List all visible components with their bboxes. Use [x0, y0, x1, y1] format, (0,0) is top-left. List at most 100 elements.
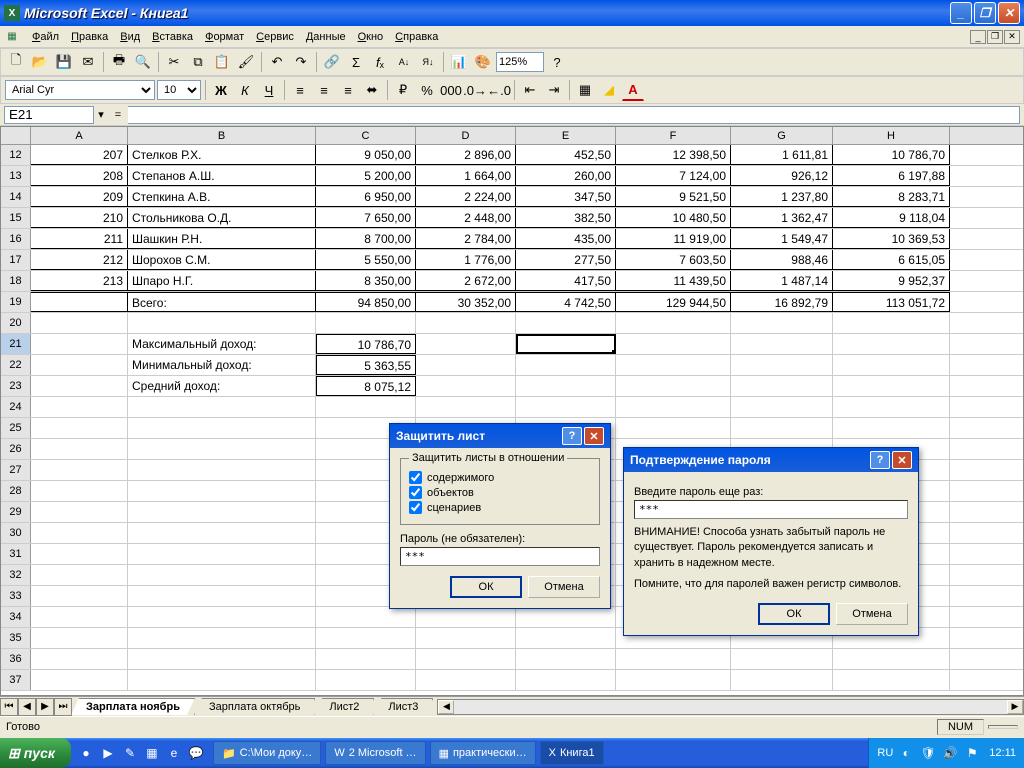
- cancel-button[interactable]: Отмена: [528, 576, 600, 598]
- row-header[interactable]: 20: [1, 313, 31, 333]
- row-header[interactable]: 35: [1, 628, 31, 648]
- dialog-close-button[interactable]: ✕: [892, 451, 912, 469]
- cell[interactable]: 7 650,00: [316, 208, 416, 228]
- minimize-button[interactable]: _: [950, 2, 972, 24]
- mail-icon[interactable]: ✉: [77, 51, 99, 73]
- tray-icon[interactable]: ◐: [897, 744, 915, 762]
- cell[interactable]: 6 197,88: [833, 166, 950, 186]
- dialog-help-button[interactable]: ?: [562, 427, 582, 445]
- percent-icon[interactable]: %: [416, 79, 438, 101]
- dec-indent-icon[interactable]: ⇤: [519, 79, 541, 101]
- row-header[interactable]: 17: [1, 250, 31, 270]
- cell[interactable]: 2 224,00: [416, 187, 516, 207]
- cell[interactable]: [516, 607, 616, 627]
- cell[interactable]: [316, 649, 416, 669]
- cell[interactable]: [516, 334, 616, 354]
- quick-launch-icon[interactable]: ▶: [99, 744, 117, 762]
- cell[interactable]: [31, 292, 128, 312]
- cell[interactable]: [31, 439, 128, 459]
- cell[interactable]: [128, 523, 316, 543]
- col-header-B[interactable]: B: [128, 127, 316, 144]
- menu-Окно[interactable]: Окно: [352, 29, 390, 45]
- cell[interactable]: [31, 418, 128, 438]
- maximize-button[interactable]: ❐: [974, 2, 996, 24]
- fill-color-icon[interactable]: ◢: [598, 79, 620, 101]
- row-header[interactable]: 15: [1, 208, 31, 228]
- cell[interactable]: [31, 607, 128, 627]
- dialog-close-button[interactable]: ✕: [584, 427, 604, 445]
- quick-launch-icon[interactable]: ●: [77, 744, 95, 762]
- cell[interactable]: 2 448,00: [416, 208, 516, 228]
- cell[interactable]: 435,00: [516, 229, 616, 249]
- password-input[interactable]: [400, 547, 600, 566]
- menu-Правка[interactable]: Правка: [65, 29, 114, 45]
- cell[interactable]: 9 118,04: [833, 208, 950, 228]
- redo-icon[interactable]: ↷: [290, 51, 312, 73]
- cell[interactable]: 113 051,72: [833, 292, 950, 312]
- cell[interactable]: [416, 334, 516, 354]
- cell[interactable]: 988,46: [731, 250, 833, 270]
- menu-Формат[interactable]: Формат: [199, 29, 250, 45]
- cell[interactable]: 417,50: [516, 271, 616, 291]
- cell[interactable]: 10 480,50: [616, 208, 731, 228]
- sheet-tab[interactable]: Лист3: [373, 698, 433, 715]
- col-header-C[interactable]: C: [316, 127, 416, 144]
- cell[interactable]: [616, 649, 731, 669]
- cell[interactable]: 12 398,50: [616, 145, 731, 165]
- cell[interactable]: [31, 670, 128, 690]
- cell[interactable]: 1 664,00: [416, 166, 516, 186]
- cell[interactable]: [316, 670, 416, 690]
- name-box[interactable]: [4, 106, 94, 124]
- cell[interactable]: [731, 649, 833, 669]
- tab-nav-prev[interactable]: ◀: [18, 698, 36, 716]
- cell[interactable]: [31, 397, 128, 417]
- open-icon[interactable]: 📂: [29, 51, 51, 73]
- formula-input[interactable]: [128, 106, 1020, 124]
- cell[interactable]: [316, 397, 416, 417]
- sheet-tab[interactable]: Зарплата ноябрь: [71, 698, 195, 715]
- cell[interactable]: Степкина А.В.: [128, 187, 316, 207]
- cell[interactable]: [833, 355, 950, 375]
- row-header[interactable]: 36: [1, 649, 31, 669]
- cell[interactable]: 1 237,80: [731, 187, 833, 207]
- drawing-icon[interactable]: 🎨: [472, 51, 494, 73]
- align-left-icon[interactable]: ≡: [289, 79, 311, 101]
- row-header[interactable]: 19: [1, 292, 31, 312]
- cell[interactable]: [516, 649, 616, 669]
- col-header-E[interactable]: E: [516, 127, 616, 144]
- ok-button[interactable]: ОК: [450, 576, 522, 598]
- col-header-H[interactable]: H: [833, 127, 950, 144]
- cell[interactable]: 210: [31, 208, 128, 228]
- col-header-G[interactable]: G: [731, 127, 833, 144]
- select-all-corner[interactable]: [1, 127, 31, 144]
- cell[interactable]: [31, 334, 128, 354]
- cell[interactable]: 11 439,50: [616, 271, 731, 291]
- row-header[interactable]: 16: [1, 229, 31, 249]
- cell[interactable]: Всего:: [128, 292, 316, 312]
- cell[interactable]: 6 615,05: [833, 250, 950, 270]
- cell[interactable]: 8 283,71: [833, 187, 950, 207]
- sort-desc-icon[interactable]: Я↓: [417, 51, 439, 73]
- cell[interactable]: [316, 628, 416, 648]
- taskbar-task[interactable]: 📁С:\Мои доку…: [213, 741, 321, 765]
- cell[interactable]: [128, 439, 316, 459]
- cell[interactable]: [416, 670, 516, 690]
- font-color-icon[interactable]: А: [622, 79, 644, 101]
- cell[interactable]: Степанов А.Ш.: [128, 166, 316, 186]
- cell[interactable]: 30 352,00: [416, 292, 516, 312]
- chart-icon[interactable]: 📊: [448, 51, 470, 73]
- mdi-close[interactable]: ✕: [1004, 30, 1020, 44]
- cell[interactable]: 2 896,00: [416, 145, 516, 165]
- dialog-titlebar[interactable]: Защитить лист ? ✕: [390, 424, 610, 448]
- cell[interactable]: 5 200,00: [316, 166, 416, 186]
- sheet-tab[interactable]: Зарплата октябрь: [194, 698, 315, 715]
- cell[interactable]: [316, 313, 416, 333]
- cell[interactable]: [833, 313, 950, 333]
- row-header[interactable]: 18: [1, 271, 31, 291]
- cell[interactable]: [516, 397, 616, 417]
- italic-icon[interactable]: К: [234, 79, 256, 101]
- cell[interactable]: [31, 628, 128, 648]
- cell[interactable]: 209: [31, 187, 128, 207]
- lang-indicator[interactable]: RU: [877, 747, 893, 759]
- cell[interactable]: 211: [31, 229, 128, 249]
